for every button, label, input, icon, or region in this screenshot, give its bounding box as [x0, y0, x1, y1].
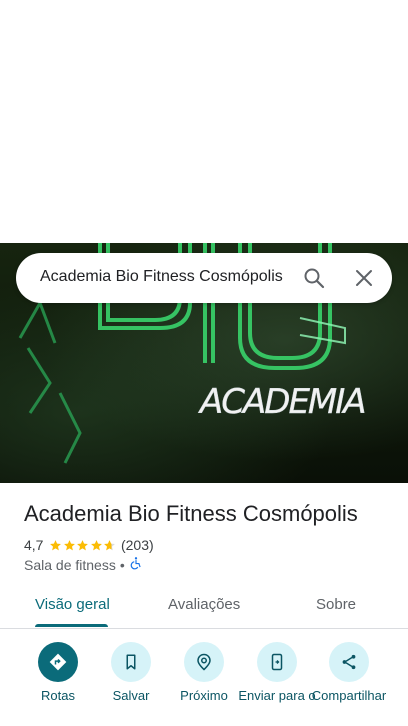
- tab-reviews[interactable]: Avaliações: [168, 596, 240, 613]
- directions-icon: [38, 642, 78, 682]
- star-rating: [49, 539, 117, 552]
- place-tabs: Visão geral Avaliações Sobre: [0, 586, 408, 629]
- nearby-icon: [184, 642, 224, 682]
- send-to-phone-icon: [257, 642, 297, 682]
- star-icon: [104, 539, 116, 550]
- send-to-phone-button[interactable]: Enviar para o: [237, 642, 317, 703]
- star-icon: [64, 539, 75, 550]
- separator-dot: •: [119, 556, 125, 573]
- close-icon[interactable]: [352, 266, 376, 290]
- star-icon: [50, 539, 62, 550]
- send-to-phone-label: Enviar para o: [238, 688, 316, 703]
- active-tab-indicator: [35, 624, 108, 627]
- directions-button[interactable]: Rotas: [18, 642, 98, 703]
- tab-overview[interactable]: Visão geral: [35, 596, 110, 613]
- share-label: Compartilhar: [311, 688, 387, 703]
- place-title: Academia Bio Fitness Cosmópolis: [24, 501, 358, 526]
- nearby-button[interactable]: Próximo: [164, 642, 244, 703]
- share-button[interactable]: Compartilhar: [309, 642, 389, 703]
- rating-value: 4,7: [24, 537, 44, 553]
- neon-sign-text: ACADEMIA: [198, 382, 367, 423]
- share-icon: [329, 642, 369, 682]
- category-row: Sala de fitness •: [24, 556, 143, 573]
- save-button[interactable]: Salvar: [91, 642, 171, 703]
- search-bar[interactable]: Academia Bio Fitness Cosmópolis: [16, 253, 392, 303]
- star-icon: [77, 539, 89, 550]
- place-category[interactable]: Sala de fitness: [24, 557, 116, 573]
- rating-row[interactable]: 4,7 (203): [24, 536, 154, 554]
- tab-about[interactable]: Sobre: [316, 596, 356, 613]
- bookmark-icon: [111, 642, 151, 682]
- wheelchair-accessible-icon[interactable]: [129, 556, 143, 573]
- review-count[interactable]: (203): [121, 537, 154, 553]
- star-icon: [91, 539, 102, 550]
- save-label: Salvar: [112, 688, 150, 703]
- nearby-label: Próximo: [180, 688, 228, 703]
- svg-text:ACADEMIA: ACADEMIA: [198, 382, 365, 422]
- directions-label: Rotas: [41, 688, 75, 703]
- search-icon[interactable]: [302, 266, 326, 290]
- map-blank-area: [0, 0, 408, 243]
- search-input[interactable]: Academia Bio Fitness Cosmópolis: [40, 268, 283, 286]
